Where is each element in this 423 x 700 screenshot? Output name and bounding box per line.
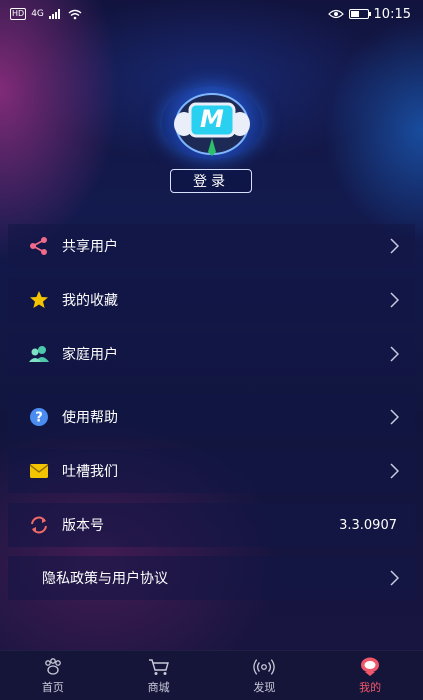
chevron-right-icon — [387, 346, 401, 362]
svg-text:?: ? — [35, 411, 43, 426]
mail-icon — [26, 458, 52, 484]
menu-item-label: 我的收藏 — [62, 293, 118, 309]
menu-item-share-users[interactable]: 共享用户 — [8, 224, 415, 268]
broadcast-icon — [253, 657, 276, 677]
menu-item-family-users[interactable]: 家庭用户 — [8, 332, 415, 376]
menu-item-help[interactable]: ? 使用帮助 — [8, 395, 415, 439]
avatar[interactable]: M — [162, 86, 262, 160]
share-icon — [26, 233, 52, 259]
tab-shop[interactable]: 商城 — [106, 651, 212, 700]
profile-header: M 登录 — [0, 0, 423, 215]
avatar-letter: M — [200, 105, 224, 133]
tab-mine[interactable]: 我的 — [317, 651, 423, 700]
menu-item-version: 版本号 3.3.0907 — [8, 503, 415, 547]
help-icon: ? — [26, 404, 52, 430]
menu-item-privacy-policy[interactable]: 隐私政策与用户协议 — [8, 556, 415, 600]
chevron-right-icon — [387, 409, 401, 425]
cart-icon — [148, 657, 170, 677]
menu-item-favorites[interactable]: 我的收藏 — [8, 278, 415, 322]
login-button[interactable]: 登录 — [170, 169, 252, 193]
refresh-icon — [26, 512, 52, 538]
tab-label: 我的 — [359, 680, 382, 694]
tab-label: 发现 — [253, 680, 276, 694]
menu-item-label: 版本号 — [62, 518, 104, 534]
version-number: 3.3.0907 — [339, 517, 397, 533]
menu-item-label: 使用帮助 — [62, 410, 118, 426]
home-paw-icon — [42, 657, 64, 677]
tab-label: 首页 — [41, 680, 64, 694]
chevron-right-icon — [387, 570, 401, 586]
tab-label: 商城 — [147, 680, 170, 694]
menu-item-feedback[interactable]: 吐槽我们 — [8, 449, 415, 493]
menu-item-label: 吐槽我们 — [62, 464, 118, 480]
profile-icon — [359, 657, 381, 677]
menu-item-label: 隐私政策与用户协议 — [42, 571, 168, 587]
family-users-icon — [26, 341, 52, 367]
chevron-right-icon — [387, 292, 401, 308]
chevron-right-icon — [387, 238, 401, 254]
chevron-right-icon — [387, 463, 401, 479]
menu-item-label: 家庭用户 — [62, 347, 118, 363]
tab-discover[interactable]: 发现 — [212, 651, 318, 700]
bottom-tab-bar: 首页 商城 发现 我的 — [0, 650, 423, 700]
tab-home[interactable]: 首页 — [0, 651, 106, 700]
star-icon — [26, 287, 52, 313]
menu-item-label: 共享用户 — [62, 239, 118, 255]
